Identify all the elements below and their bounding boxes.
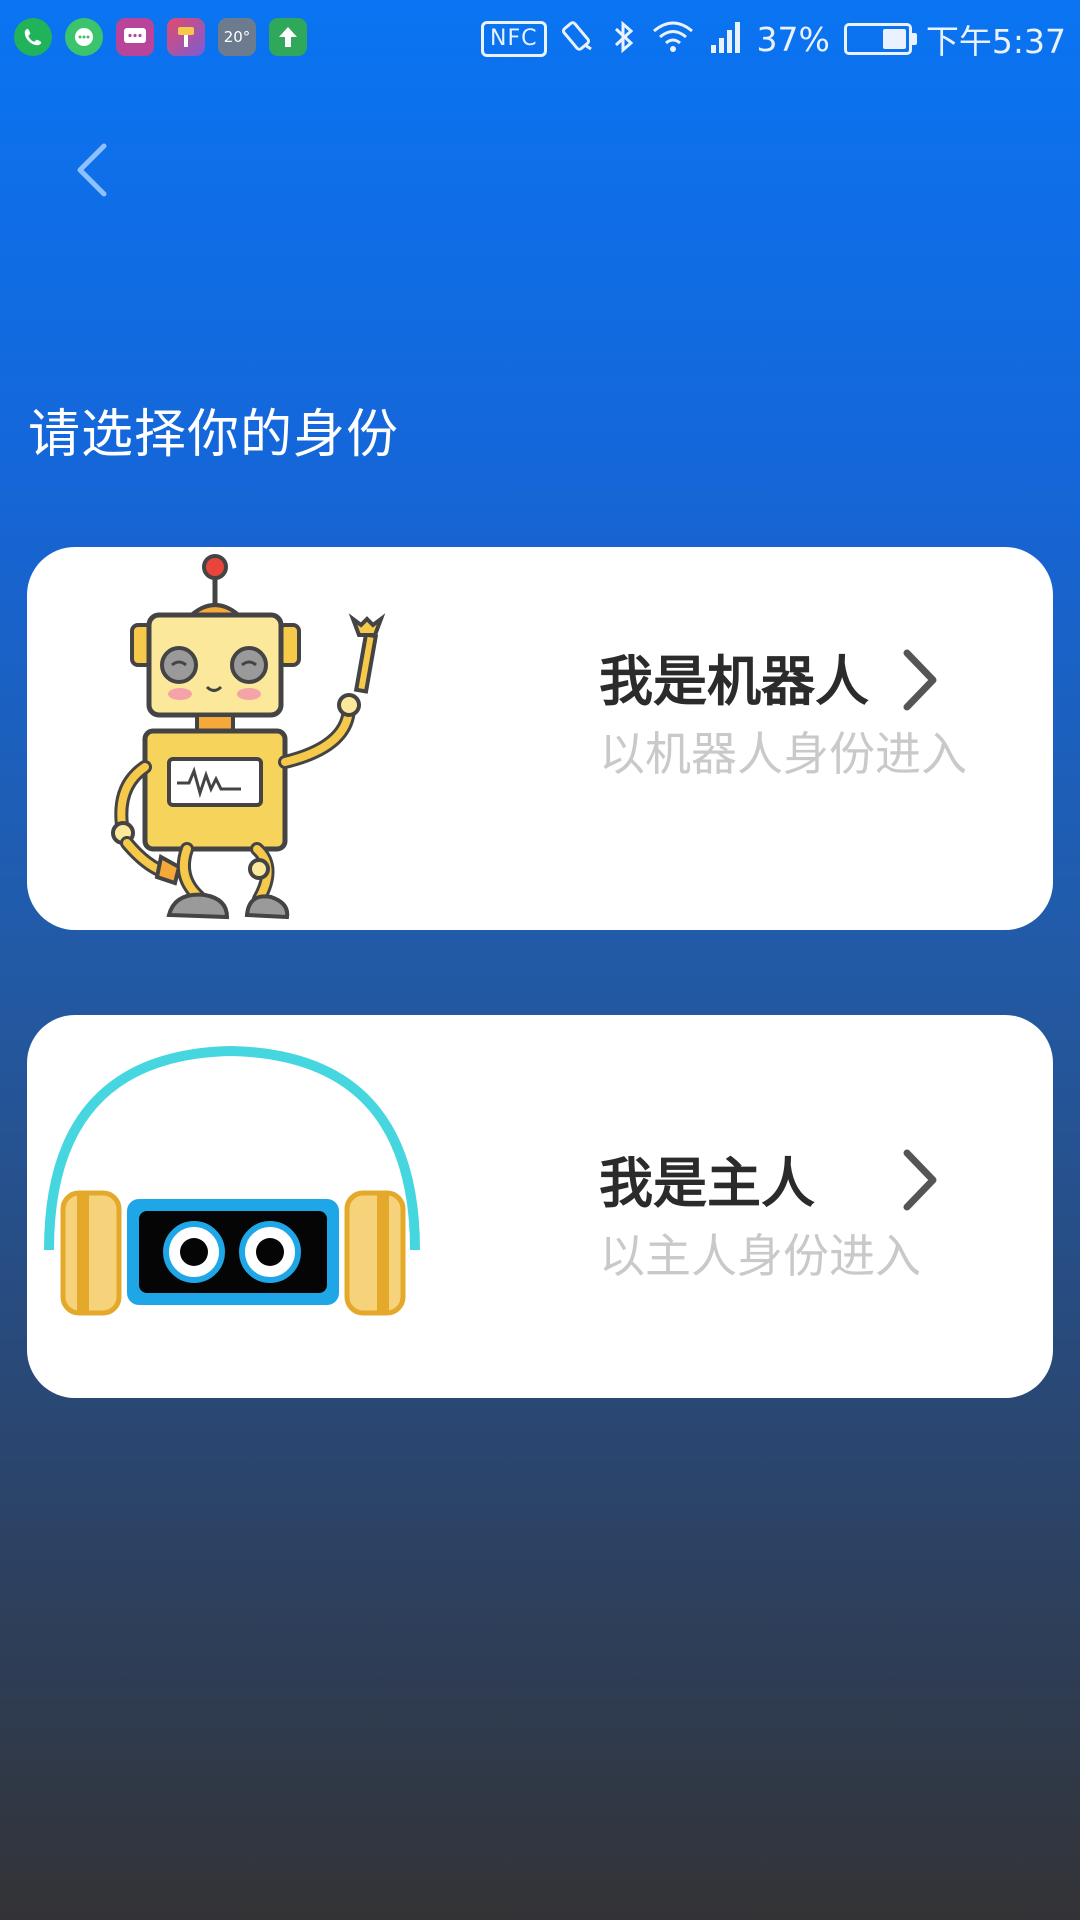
chevron-right-icon <box>903 1149 937 1211</box>
clock: 下午5:37 <box>925 22 1066 61</box>
weather-icon: 20° <box>218 18 256 56</box>
battery-icon <box>843 23 917 55</box>
owner-option-subtitle: 以主人身份进入 <box>599 1229 921 1283</box>
app-icon <box>167 18 205 56</box>
chevron-right-icon <box>903 649 937 711</box>
owner-identity-card[interactable]: 我是主人 以主人身份进入 <box>27 1015 1053 1398</box>
robot-option-subtitle: 以机器人身份进入 <box>599 727 967 781</box>
chevron-left-icon <box>77 143 107 197</box>
signal-icon <box>709 19 743 59</box>
phone-icon <box>14 18 52 56</box>
headphone-robot-illustration <box>44 1045 420 1316</box>
robot-identity-card[interactable]: 我是机器人 以机器人身份进入 <box>27 547 1053 930</box>
robot-illustration <box>111 554 386 920</box>
status-indicators: NFC 37% 下午5:37 <box>481 14 1066 64</box>
page-title: 请选择你的身份 <box>28 405 400 465</box>
wifi-icon <box>651 19 695 59</box>
rotation-lock-icon <box>561 19 597 59</box>
message-bubble-icon <box>65 18 103 56</box>
robot-option-title: 我是机器人 <box>599 650 869 713</box>
owner-option-title: 我是主人 <box>599 1152 815 1215</box>
battery-percent: 37% <box>756 19 830 59</box>
status-bar: 20° NFC 37% 下午5:37 <box>0 0 1080 78</box>
battery-level <box>882 29 906 49</box>
weather-temp: 20° <box>223 28 251 46</box>
back-button[interactable] <box>62 130 122 210</box>
nfc-indicator: NFC <box>481 21 547 57</box>
upload-icon <box>269 18 307 56</box>
bluetooth-icon <box>611 19 637 59</box>
sms-icon <box>116 18 154 56</box>
